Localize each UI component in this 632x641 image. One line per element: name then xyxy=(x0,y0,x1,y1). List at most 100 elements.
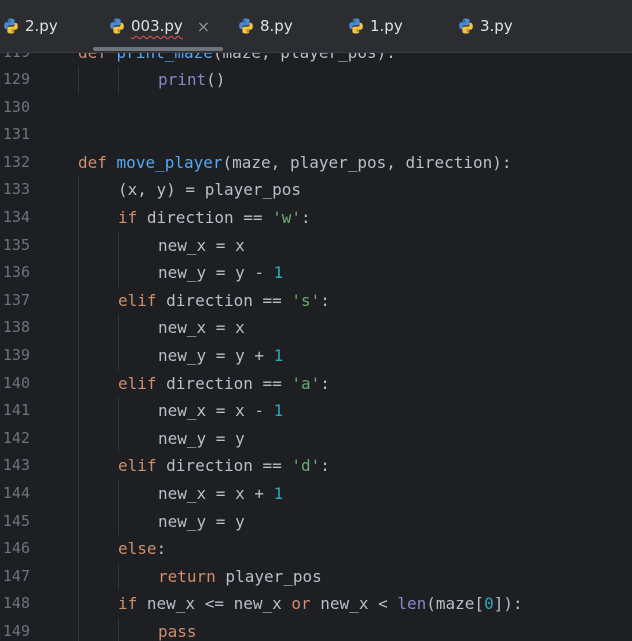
code-token: direction == xyxy=(156,373,292,393)
code-line[interactable]: 132 def move_player(maze, player_pos, dir… xyxy=(0,149,632,177)
code-line[interactable]: 134 if direction == 'w': xyxy=(0,204,632,232)
indent-guide xyxy=(78,231,79,260)
code-token: new_x = x + xyxy=(158,484,274,503)
code-text: print() xyxy=(158,66,225,94)
code-token: (maze, player_pos): xyxy=(213,53,396,62)
code-token: if xyxy=(118,208,138,228)
code-token: () xyxy=(206,70,226,90)
active-tab-indicator xyxy=(93,47,223,51)
code-token: 'a' xyxy=(291,373,321,393)
code-line[interactable]: 140 elif direction == 'a': xyxy=(0,369,632,398)
code-line[interactable]: 146 else: xyxy=(0,535,632,563)
code-token: new_x = x xyxy=(158,235,245,255)
code-token: 'w' xyxy=(272,208,302,228)
code-line[interactable]: 147 return player_pos xyxy=(0,562,632,591)
indent-guide xyxy=(118,66,119,94)
code-token: direction == xyxy=(156,456,292,476)
tab-8-py[interactable]: 8.py xyxy=(237,0,293,52)
code-token: : xyxy=(320,456,330,476)
code-token: pass xyxy=(158,621,197,641)
python-icon xyxy=(4,18,18,34)
code-text: elif direction == 's': xyxy=(118,287,330,315)
tab-label: 1.py xyxy=(370,17,403,35)
code-token: (maze[ xyxy=(426,594,485,614)
code-token: def xyxy=(78,152,107,172)
indent-guide xyxy=(118,480,119,508)
code-line[interactable]: 143 elif direction == 'd': xyxy=(0,452,632,480)
code-token: new_y = y - xyxy=(158,263,274,283)
tab-label: 8.py xyxy=(260,17,293,35)
indent-guide xyxy=(78,369,79,398)
line-number: 134 xyxy=(2,208,30,227)
line-number: 137 xyxy=(2,290,30,309)
code-token: move_player xyxy=(116,152,223,172)
code-line[interactable]: 137 elif direction == 's': xyxy=(0,286,632,315)
code-token: : xyxy=(320,373,330,393)
code-token: 's' xyxy=(291,290,321,310)
code-text: else: xyxy=(118,535,166,563)
code-token: elif xyxy=(118,290,157,310)
line-number: 149 xyxy=(2,621,30,640)
code-line[interactable]: 130 xyxy=(0,94,632,122)
code-line[interactable]: 135 new_x = x xyxy=(0,231,632,260)
code-text: def print_maze(maze, player_pos): xyxy=(78,53,396,66)
line-number: 146 xyxy=(2,539,30,558)
tab-3-py[interactable]: 3.py xyxy=(457,0,513,52)
code-line[interactable]: 129 print() xyxy=(0,66,632,94)
line-number: 131 xyxy=(2,125,30,144)
code-line[interactable]: 139 new_y = y + 1 xyxy=(0,342,632,370)
indent-guide xyxy=(78,314,79,343)
code-token: print xyxy=(158,70,207,90)
code-token: player_pos xyxy=(215,566,322,586)
code-token: new_x = x - xyxy=(158,401,274,421)
code-line[interactable]: 145 new_y = y xyxy=(0,507,632,536)
code-line[interactable]: 133 (x, y) = player_pos xyxy=(0,176,632,205)
tab-1-py[interactable]: 1.py xyxy=(347,0,403,52)
code-token: elif xyxy=(118,456,157,476)
code-text: new_x = x xyxy=(158,232,245,260)
code-token: new_x = x xyxy=(158,318,245,338)
code-token: 1 xyxy=(273,484,284,503)
indent-guide xyxy=(118,342,119,370)
code-line[interactable]: 136 new_y = y - 1 xyxy=(0,259,632,287)
code-token: new_x <= new_x xyxy=(137,594,292,614)
code-editor[interactable]: 119 def print_maze(maze, player_pos): 129 p… xyxy=(0,53,632,641)
line-number: 147 xyxy=(2,566,30,585)
code-text: pass xyxy=(158,618,197,641)
code-line[interactable]: 144 new_x = x + 1 xyxy=(0,480,632,508)
line-number: 119 xyxy=(0,53,30,66)
tab-label: 2.py xyxy=(25,17,58,35)
close-icon[interactable]: × xyxy=(197,17,210,36)
code-lines: 119 def print_maze(maze, player_pos): 129 p… xyxy=(0,53,632,641)
line-number: 129 xyxy=(2,70,30,89)
indent-guide xyxy=(78,342,79,370)
code-line[interactable]: 119 def print_maze(maze, player_pos): xyxy=(0,53,632,66)
code-line[interactable]: 149 pass xyxy=(0,617,632,641)
code-token: : xyxy=(156,539,167,559)
code-text: new_y = y xyxy=(158,508,245,536)
python-icon xyxy=(459,18,473,34)
code-line[interactable]: 141 new_x = x - 1 xyxy=(0,397,632,425)
tab-2-py[interactable]: 2.py xyxy=(2,0,58,52)
code-text: new_x = x + 1 xyxy=(158,480,283,508)
code-token: new_y = y + xyxy=(158,346,274,366)
code-text: elif direction == 'd': xyxy=(118,452,330,480)
code-token: def xyxy=(78,53,107,62)
code-line[interactable]: 142 new_y = y xyxy=(0,424,632,453)
line-number: 135 xyxy=(2,235,30,254)
code-token: : xyxy=(320,290,330,310)
code-line[interactable]: 131 xyxy=(0,121,632,149)
tab-003-py[interactable]: 003.py × xyxy=(108,0,210,52)
code-token: 0 xyxy=(484,594,494,614)
code-line[interactable]: 148 if new_x <= new_x or new_x < len(maze… xyxy=(0,590,632,618)
code-line[interactable]: 138 new_x = x xyxy=(0,314,632,343)
line-number: 138 xyxy=(2,318,30,337)
line-number: 133 xyxy=(2,180,30,199)
indent-guide xyxy=(78,259,79,287)
code-token: or xyxy=(291,594,311,614)
python-icon xyxy=(110,18,124,34)
line-number: 132 xyxy=(2,152,30,171)
code-token: return xyxy=(158,566,216,586)
line-number: 130 xyxy=(2,97,30,116)
